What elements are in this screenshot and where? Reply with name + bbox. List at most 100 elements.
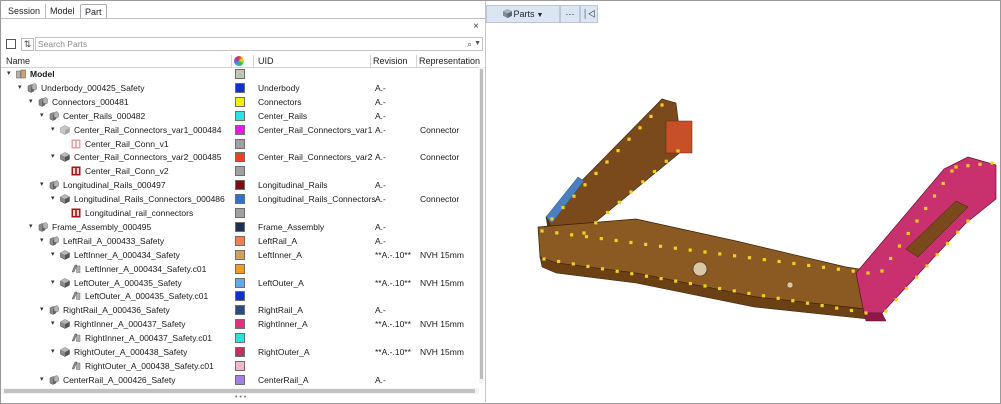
- tree-row[interactable]: ▾ CenterRail_A_000426_Safety CenterRail_A A…: [1, 373, 479, 387]
- expand-toggle-icon[interactable]: ▾: [40, 236, 44, 244]
- tree-row[interactable]: ▾ Longitudinal_Rails_000497 Longitudinal_R…: [1, 178, 479, 192]
- tree-row[interactable]: ▾ Underbody_000425_Safety Underbody A.-: [1, 81, 479, 95]
- column-name-header[interactable]: Name: [6, 56, 30, 66]
- part-color-swatch[interactable]: [235, 305, 245, 316]
- scroll-thumb[interactable]: [480, 69, 483, 379]
- weld-point: [851, 269, 855, 273]
- part-color-swatch[interactable]: [235, 277, 245, 288]
- part-color-swatch[interactable]: [235, 96, 245, 107]
- weld-point: [821, 265, 826, 269]
- tab-model[interactable]: Model: [45, 4, 79, 18]
- part-color-swatch[interactable]: [235, 235, 245, 246]
- expand-toggle-icon[interactable]: ▾: [40, 305, 44, 313]
- tree-row[interactable]: ▾ Model: [1, 67, 479, 81]
- search-dropdown-icon[interactable]: ▼: [474, 38, 481, 50]
- tree-row[interactable]: RightInner_A_000437_Safety.c01: [1, 331, 479, 345]
- vertical-scrollbar[interactable]: [479, 67, 484, 383]
- crossmember-hole[interactable]: [692, 261, 708, 277]
- column-revision-header[interactable]: Revision: [373, 56, 408, 66]
- expand-toggle-icon[interactable]: ▾: [51, 125, 55, 133]
- crossmember-hole-small[interactable]: [786, 281, 794, 289]
- tree-row[interactable]: ▾ LeftRail_A_000433_Safety LeftRail_A A.-: [1, 234, 479, 248]
- expand-toggle-icon[interactable]: ▾: [7, 69, 11, 77]
- tree-row[interactable]: ▾ RightOuter_A_000438_Safety RightOuter_A *…: [1, 345, 479, 359]
- part-color-swatch[interactable]: [235, 319, 245, 330]
- hierarchy-filter-icon[interactable]: ⇅: [21, 38, 34, 51]
- select-all-checkbox[interactable]: [6, 39, 16, 49]
- expand-toggle-icon[interactable]: ▾: [29, 97, 33, 105]
- weld-point: [954, 165, 958, 169]
- row-name: Frame_Assembly_000495: [52, 221, 152, 232]
- part-color-swatch[interactable]: [235, 249, 245, 260]
- weld-point: [718, 252, 722, 256]
- expand-toggle-icon[interactable]: ▾: [40, 375, 44, 383]
- expand-toggle-icon[interactable]: ▾: [51, 347, 55, 355]
- expand-toggle-icon[interactable]: ▾: [40, 180, 44, 188]
- part-color-swatch[interactable]: [235, 360, 245, 371]
- tree-row[interactable]: ▾ Longitudinal_Rails_Connectors_000486 Lon…: [1, 192, 479, 206]
- resize-grip-icon[interactable]: • • •: [235, 394, 246, 401]
- part-color-swatch[interactable]: [235, 263, 245, 274]
- expand-toggle-icon[interactable]: ▾: [29, 222, 33, 230]
- part-color-swatch[interactable]: [235, 166, 245, 177]
- expand-toggle-icon[interactable]: ▾: [18, 83, 22, 91]
- expand-toggle-icon[interactable]: ▾: [51, 152, 55, 160]
- expand-toggle-icon[interactable]: ▾: [51, 278, 55, 286]
- tree-row[interactable]: ▾ Center_Rail_Connectors_var1_000484 Cente…: [1, 123, 479, 137]
- part-color-swatch[interactable]: [235, 124, 245, 135]
- column-representation-header[interactable]: Representation: [419, 56, 480, 66]
- weld-point: [605, 210, 610, 215]
- part-color-swatch[interactable]: [235, 82, 245, 93]
- tree-row[interactable]: Center_Rail_Conn_v2: [1, 164, 479, 178]
- search-icon[interactable]: ⌕: [467, 38, 472, 50]
- row-revision: A.-: [375, 152, 386, 163]
- assembly-icon: [49, 305, 59, 316]
- expand-toggle-icon[interactable]: ▾: [51, 194, 55, 202]
- part-color-swatch[interactable]: [235, 152, 245, 163]
- rear-bracket[interactable]: [665, 120, 693, 154]
- model-icon: [16, 69, 26, 79]
- part-color-swatch[interactable]: [235, 221, 245, 232]
- tree-row[interactable]: ▾ Frame_Assembly_000495 Frame_Assembly A.-: [1, 220, 479, 234]
- color-wheel-icon[interactable]: [234, 56, 244, 66]
- expand-toggle-icon[interactable]: ▾: [51, 250, 55, 258]
- component-icon: [71, 264, 81, 274]
- part-color-swatch[interactable]: [235, 374, 245, 385]
- tree-row[interactable]: ▾ LeftInner_A_000434_Safety LeftInner_A **A…: [1, 248, 479, 262]
- row-uid: RightOuter_A: [258, 347, 310, 357]
- tree-row[interactable]: LeftOuter_A_000435_Safety.c01: [1, 289, 479, 303]
- tree-row[interactable]: LeftInner_A_000434_Safety.c01: [1, 262, 479, 276]
- tree-row[interactable]: ▾ Connectors_000481 Connectors A.-: [1, 95, 479, 109]
- weld-point: [664, 159, 668, 163]
- part-color-swatch[interactable]: [235, 110, 245, 121]
- part-color-swatch[interactable]: [235, 69, 245, 79]
- tree-row[interactable]: RightOuter_A_000438_Safety.c01: [1, 359, 479, 373]
- left-rear-rail[interactable]: [545, 98, 683, 234]
- tab-session[interactable]: Session: [4, 4, 44, 18]
- part-color-swatch[interactable]: [235, 180, 245, 191]
- tree-row[interactable]: ▾ LeftOuter_A_000435_Safety LeftOuter_A **A…: [1, 276, 479, 290]
- tree-row[interactable]: Center_Rail_Conn_v1: [1, 137, 479, 151]
- weld-point: [615, 269, 619, 273]
- part-color-swatch[interactable]: [235, 194, 245, 205]
- expand-toggle-icon[interactable]: ▾: [40, 111, 44, 119]
- tree-row[interactable]: ▾ RightInner_A_000437_Safety RightInner_A *…: [1, 317, 479, 331]
- part-color-swatch[interactable]: [235, 347, 245, 357]
- part-tree: ▾ Model ▾ Underbody_000425_Safety Underbody A…: [1, 67, 485, 387]
- expand-toggle-icon[interactable]: ▾: [51, 319, 55, 327]
- part-color-swatch[interactable]: [235, 208, 245, 218]
- tree-row[interactable]: ▾ Center_Rail_Connectors_var2_000485 Cente…: [1, 150, 479, 164]
- close-panel-icon[interactable]: ×: [473, 21, 479, 32]
- tree-row[interactable]: Longitudinal_rail_connectors: [1, 206, 479, 220]
- scroll-thumb[interactable]: [4, 389, 475, 393]
- search-input[interactable]: [38, 38, 458, 50]
- frame-model-view[interactable]: [486, 1, 999, 402]
- column-uid-header[interactable]: UID: [258, 56, 274, 66]
- part-color-swatch[interactable]: [235, 291, 245, 302]
- tree-row[interactable]: ▾ Center_Rails_000482 Center_Rails A.-: [1, 109, 479, 123]
- weld-point: [762, 258, 766, 262]
- tab-part[interactable]: Part: [80, 4, 107, 19]
- tree-row[interactable]: ▾ RightRail_A_000436_Safety RightRail_A A.-: [1, 303, 479, 317]
- part-color-swatch[interactable]: [235, 138, 245, 149]
- part-color-swatch[interactable]: [235, 333, 245, 344]
